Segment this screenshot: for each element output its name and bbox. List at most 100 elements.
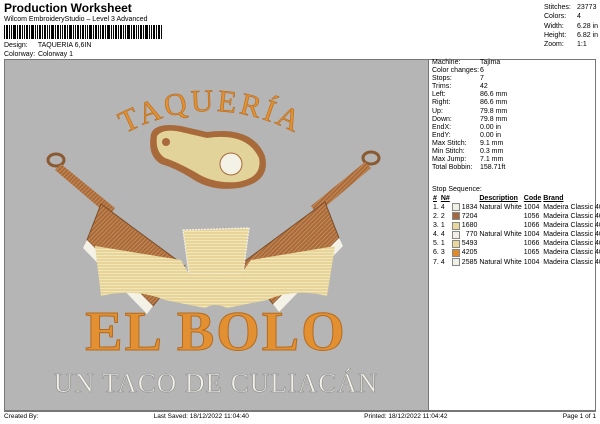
info-key: Max Jump: (432, 156, 467, 164)
last-saved: Last Saved: 18/12/2022 11:04:40 (153, 413, 249, 420)
col-header (451, 195, 461, 203)
thread-brand: Madeira Classic 40 (543, 258, 600, 266)
info-row: Color changes: 6 (432, 67, 507, 75)
info-row: Down: 79.8 mm (432, 116, 507, 124)
row-index: 1. (433, 203, 439, 211)
info-value: Tajima (480, 59, 501, 66)
summary-key: Height: (544, 31, 567, 39)
info-row: EndY: 0.00 in (432, 132, 507, 140)
color-swatch-icon (451, 230, 460, 239)
thread-number: 2585 (461, 258, 478, 266)
colorway-row: Colorway: Colorway 1 (4, 51, 73, 58)
design-name-row: Design: TAQUERIA 6,6IN (4, 42, 91, 49)
summary-key: Colors: (544, 13, 567, 21)
info-key: Left: (432, 91, 446, 99)
info-key: Stops: (432, 75, 452, 83)
summary-key: Zoom: (544, 41, 564, 49)
page-number: Page 1 of 1 (562, 413, 596, 420)
summary-key: Width: (544, 22, 564, 30)
col-header (461, 195, 479, 203)
color-swatch-icon (451, 212, 460, 221)
thread-description (478, 212, 522, 221)
footer-divider (4, 411, 596, 412)
design-preview: TAQUERÍA EL BOLO UN TACO DE CULIACÁN (5, 60, 428, 410)
info-row: Max Jump: 7.1 mm (432, 156, 507, 164)
summary-panel: Stitches: 23773 Colors: 4 Width: 6.28 in He… (544, 3, 598, 49)
info-key: Right: (432, 99, 451, 107)
thread-description: Natural White (479, 258, 522, 266)
stop-sequence-header: # N# Description Code Brand (432, 195, 600, 203)
info-row: Trims: 42 (432, 83, 507, 91)
thread-brand: Madeira Classic 40 (543, 203, 600, 211)
summary-row: Width: 6.28 in (544, 22, 598, 31)
color-swatch-icon (451, 203, 460, 212)
color-swatch (451, 249, 461, 258)
info-row: Stops: 7 (432, 75, 507, 83)
embroidery-artwork: TAQUERÍA EL BOLO UN TACO DE CULIACÁN (46, 82, 381, 398)
row-index: 6. (433, 249, 439, 257)
info-key: Down: (432, 115, 452, 123)
info-value: 86.6 mm (480, 91, 508, 99)
created-by: Created By: (4, 413, 39, 420)
page-title: Production Worksheet (4, 1, 132, 15)
stop-sequence-label: Stop Sequence: (432, 186, 482, 193)
info-key: Up: (432, 107, 443, 115)
info-value: 0.00 in (480, 131, 502, 139)
col-header: Code (523, 195, 542, 202)
info-value: 0.3 mm (480, 148, 504, 156)
thread-code: 1004 (523, 231, 540, 239)
color-swatch-icon (451, 258, 460, 267)
thread-description: Natural White (479, 231, 522, 239)
thread-number: 5493 (461, 240, 478, 248)
footer: Created By: Last Saved: 18/12/2022 11:04… (4, 413, 596, 420)
row-index: 3. (433, 222, 439, 229)
thread-number: 770 (465, 231, 478, 239)
summary-key: Stitches: (544, 4, 571, 11)
thread-number: 1834 (461, 203, 478, 211)
thread-code: 1066 (523, 222, 540, 229)
stop-sequence-row: 6. 3 4205 1065 Madeira Classic 40 (432, 249, 600, 258)
info-key: EndY: (432, 131, 451, 139)
summary-value: 6.82 in (577, 31, 599, 39)
color-swatch (451, 239, 461, 249)
software-subtitle: Wilcom EmbroideryStudio – Level 3 Advanc… (4, 16, 148, 23)
info-row: Total Bobbin: 158.71ft (432, 164, 507, 172)
printed-date: Printed: 18/12/2022 11:04:42 (364, 413, 448, 420)
steak-icon (150, 125, 266, 189)
barcode (4, 25, 162, 39)
thread-number: 1680 (461, 222, 478, 229)
taqueria-arc-text: TAQUERÍA (113, 83, 309, 140)
thread-code: 1004 (523, 203, 540, 211)
info-key: Color changes: (432, 67, 480, 75)
info-row: Machine: Tajima (432, 59, 507, 67)
summary-row: Height: 6.82 in (544, 31, 598, 40)
info-key: Trims: (432, 83, 452, 91)
stop-sequence-row: 7. 4 2585 Natural White 1004 Madeira Classic … (432, 258, 600, 267)
info-row: Max Stitch: 9.1 mm (432, 140, 507, 148)
color-swatch-icon (451, 221, 460, 230)
info-value: 158.71ft (480, 164, 506, 172)
stop-sequence-row: 4. 4 770 Natural White 1004 Madeira Classic 4… (432, 230, 600, 240)
thread-brand: Madeira Classic 40 (543, 212, 600, 220)
info-key: Max Stitch: (432, 139, 467, 147)
info-value: 0.00 in (480, 123, 502, 131)
info-value: 6 (480, 67, 484, 75)
needle-number: 1 (440, 222, 445, 229)
color-swatch-icon (451, 239, 460, 248)
summary-value: 4 (577, 13, 581, 21)
color-swatch (451, 221, 461, 231)
thread-code: 1056 (523, 212, 540, 220)
row-index: 4. (433, 231, 439, 239)
colorway-label: Colorway: (4, 51, 36, 58)
stop-sequence-table: # N# Description Code Brand 1. 4 1834 Natur… (432, 195, 600, 267)
info-key: Machine: (432, 59, 461, 66)
machine-info-panel: Machine: Tajima Color changes: 6 Stops: 7 T… (432, 59, 507, 172)
info-row: Min Stitch: 0.3 mm (432, 148, 507, 156)
thread-brand: Madeira Classic 40 (543, 222, 600, 229)
summary-value: 23773 (577, 4, 597, 11)
needle-number: 2 (440, 212, 445, 220)
thread-number: 7204 (461, 212, 478, 220)
stop-sequence-row: 5. 1 5493 1066 Madeira Classic 40 (432, 239, 600, 249)
info-value: 42 (480, 83, 488, 91)
col-header: N# (440, 195, 450, 202)
